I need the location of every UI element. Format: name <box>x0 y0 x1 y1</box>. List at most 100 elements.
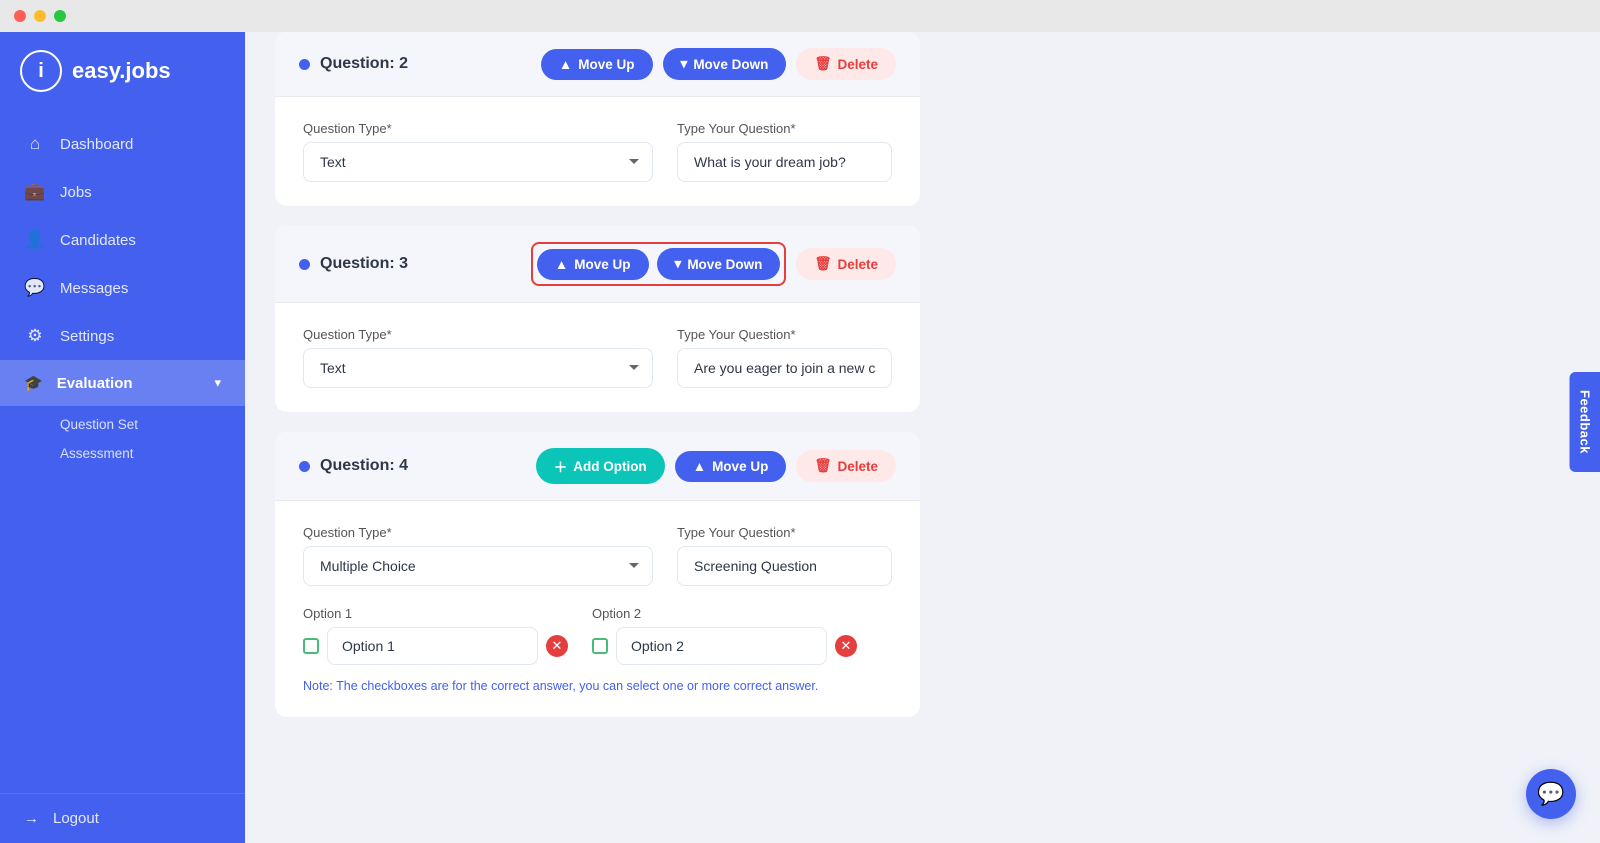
sidebar-item-assessment[interactable]: Assessment <box>60 439 245 468</box>
option-2-checkbox[interactable] <box>592 638 608 654</box>
question-3-body: Question Type* Text Multiple Choice Chec… <box>275 303 920 412</box>
question-block-4: Question: 4 ＋ Add Option ▲ Move Up 🗑 Del… <box>275 432 920 717</box>
feedback-tab[interactable]: Feedback <box>1570 372 1600 472</box>
sidebar-item-settings[interactable]: ⚙ Settings <box>0 312 245 360</box>
question-number-2: Question: 2 <box>320 55 408 73</box>
question-2-actions: ▲ Move Up ▾ Move Down 🗑 Delete <box>541 48 896 80</box>
question-header-2: Question: 2 ▲ Move Up ▾ Move Down 🗑 Dele… <box>275 32 920 97</box>
chevron-down-icon: ▾ <box>214 375 221 391</box>
q3-move-down-button[interactable]: ▾ Move Down <box>657 248 781 280</box>
question-dot-4 <box>299 461 310 472</box>
chevron-down-icon: ▾ <box>675 256 682 272</box>
chevron-up-icon: ▲ <box>559 57 572 72</box>
option-2-input-wrap: ✕ <box>592 627 857 665</box>
question-3-actions: ▲ Move Up ▾ Move Down 🗑 Delete <box>531 242 896 286</box>
candidates-icon: 👤 <box>24 230 46 250</box>
options-row: Option 1 ✕ Option 2 ✕ <box>303 606 892 665</box>
option-group-2: Option 2 ✕ <box>592 606 857 665</box>
question-title-3: Question: 3 <box>299 255 408 273</box>
main-content: Question: 2 ▲ Move Up ▾ Move Down 🗑 Dele… <box>245 32 950 843</box>
q4-add-option-button[interactable]: ＋ Add Option <box>536 448 665 484</box>
jobs-icon: 💼 <box>24 182 46 202</box>
chevron-up-icon: ▲ <box>555 257 568 272</box>
mac-maximize-dot[interactable] <box>54 10 66 22</box>
q4-type-group: Question Type* Text Multiple Choice Chec… <box>303 525 653 586</box>
question-2-body: Question Type* Text Multiple Choice Chec… <box>275 97 920 206</box>
q2-question-label: Type Your Question* <box>677 121 892 136</box>
q2-type-select[interactable]: Text Multiple Choice Checkbox <box>303 142 653 182</box>
sidebar-item-dashboard[interactable]: ⌂ Dashboard <box>0 120 245 168</box>
highlighted-move-buttons: ▲ Move Up ▾ Move Down <box>531 242 786 286</box>
option-2-clear-button[interactable]: ✕ <box>835 635 857 657</box>
question-block-2: Question: 2 ▲ Move Up ▾ Move Down 🗑 Dele… <box>275 32 920 206</box>
question-number-4: Question: 4 <box>320 457 408 475</box>
option-1-input-wrap: ✕ <box>303 627 568 665</box>
sidebar-item-label: Settings <box>60 328 114 345</box>
sidebar-item-jobs[interactable]: 💼 Jobs <box>0 168 245 216</box>
q4-type-select[interactable]: Text Multiple Choice Checkbox <box>303 546 653 586</box>
question-4-body: Question Type* Text Multiple Choice Chec… <box>275 501 920 717</box>
question-title-2: Question: 2 <box>299 55 408 73</box>
option-1-clear-button[interactable]: ✕ <box>546 635 568 657</box>
option-2-label: Option 2 <box>592 606 857 621</box>
q2-type-label: Question Type* <box>303 121 653 136</box>
question-4-actions: ＋ Add Option ▲ Move Up 🗑 Delete <box>536 448 896 484</box>
q2-question-input[interactable] <box>677 142 892 182</box>
messages-icon: 💬 <box>24 278 46 298</box>
question-header-3: Question: 3 ▲ Move Up ▾ Move Down <box>275 226 920 303</box>
sidebar-item-logout[interactable]: → Logout <box>0 793 245 843</box>
q3-question-label: Type Your Question* <box>677 327 892 342</box>
option-group-1: Option 1 ✕ <box>303 606 568 665</box>
chevron-down-icon: ▾ <box>681 56 688 72</box>
sidebar-nav: ⌂ Dashboard 💼 Jobs 👤 Candidates 💬 Messag… <box>0 110 245 793</box>
q4-question-group: Type Your Question* <box>677 525 892 586</box>
sidebar-item-label: Candidates <box>60 232 136 249</box>
option-1-input[interactable] <box>327 627 538 665</box>
chevron-up-icon: ▲ <box>693 459 706 474</box>
q3-move-up-button[interactable]: ▲ Move Up <box>537 249 649 280</box>
option-2-input[interactable] <box>616 627 827 665</box>
question-header-4: Question: 4 ＋ Add Option ▲ Move Up 🗑 Del… <box>275 432 920 501</box>
chat-bubble-button[interactable]: 💬 <box>1526 769 1576 819</box>
question-number-3: Question: 3 <box>320 255 408 273</box>
home-icon: ⌂ <box>24 134 46 154</box>
options-note: Note: The checkboxes are for the correct… <box>303 679 892 693</box>
q2-move-up-button[interactable]: ▲ Move Up <box>541 49 653 80</box>
logout-icon: → <box>24 810 39 827</box>
question-title-4: Question: 4 <box>299 457 408 475</box>
sidebar-item-messages[interactable]: 💬 Messages <box>0 264 245 312</box>
mac-close-dot[interactable] <box>14 10 26 22</box>
sidebar-item-evaluation[interactable]: 🎓 Evaluation ▾ <box>0 360 245 406</box>
q2-question-group: Type Your Question* <box>677 121 892 182</box>
logout-label: Logout <box>53 810 99 827</box>
q4-delete-button[interactable]: 🗑 Delete <box>796 450 896 482</box>
sidebar: i easy.jobs ⌂ Dashboard 💼 Jobs 👤 Candida… <box>0 32 245 843</box>
question-dot-2 <box>299 59 310 70</box>
q3-type-select[interactable]: Text Multiple Choice Checkbox <box>303 348 653 388</box>
q2-move-down-button[interactable]: ▾ Move Down <box>663 48 787 80</box>
q4-question-input[interactable] <box>677 546 892 586</box>
q3-type-group: Question Type* Text Multiple Choice Chec… <box>303 327 653 388</box>
sidebar-item-label: Messages <box>60 280 128 297</box>
q3-delete-button[interactable]: 🗑 Delete <box>796 248 896 280</box>
evaluation-submenu: Question Set Assessment <box>0 406 245 476</box>
sidebar-logo[interactable]: i easy.jobs <box>0 32 245 110</box>
question-dot-3 <box>299 259 310 270</box>
option-1-checkbox[interactable] <box>303 638 319 654</box>
plus-icon: ＋ <box>554 456 568 476</box>
evaluation-icon: 🎓 <box>24 374 43 392</box>
evaluation-label: Evaluation <box>57 375 133 392</box>
q3-question-input[interactable] <box>677 348 892 388</box>
q2-delete-button[interactable]: 🗑 Delete <box>796 48 896 80</box>
q3-type-label: Question Type* <box>303 327 653 342</box>
sidebar-item-candidates[interactable]: 👤 Candidates <box>0 216 245 264</box>
option-1-label: Option 1 <box>303 606 568 621</box>
mac-minimize-dot[interactable] <box>34 10 46 22</box>
chat-icon: 💬 <box>1537 781 1564 807</box>
q4-type-label: Question Type* <box>303 525 653 540</box>
sidebar-item-label: Jobs <box>60 184 92 201</box>
trash-icon: 🗑 <box>814 458 831 474</box>
q4-question-label: Type Your Question* <box>677 525 892 540</box>
q4-move-up-button[interactable]: ▲ Move Up <box>675 451 787 482</box>
sidebar-item-question-set[interactable]: Question Set <box>60 410 245 439</box>
